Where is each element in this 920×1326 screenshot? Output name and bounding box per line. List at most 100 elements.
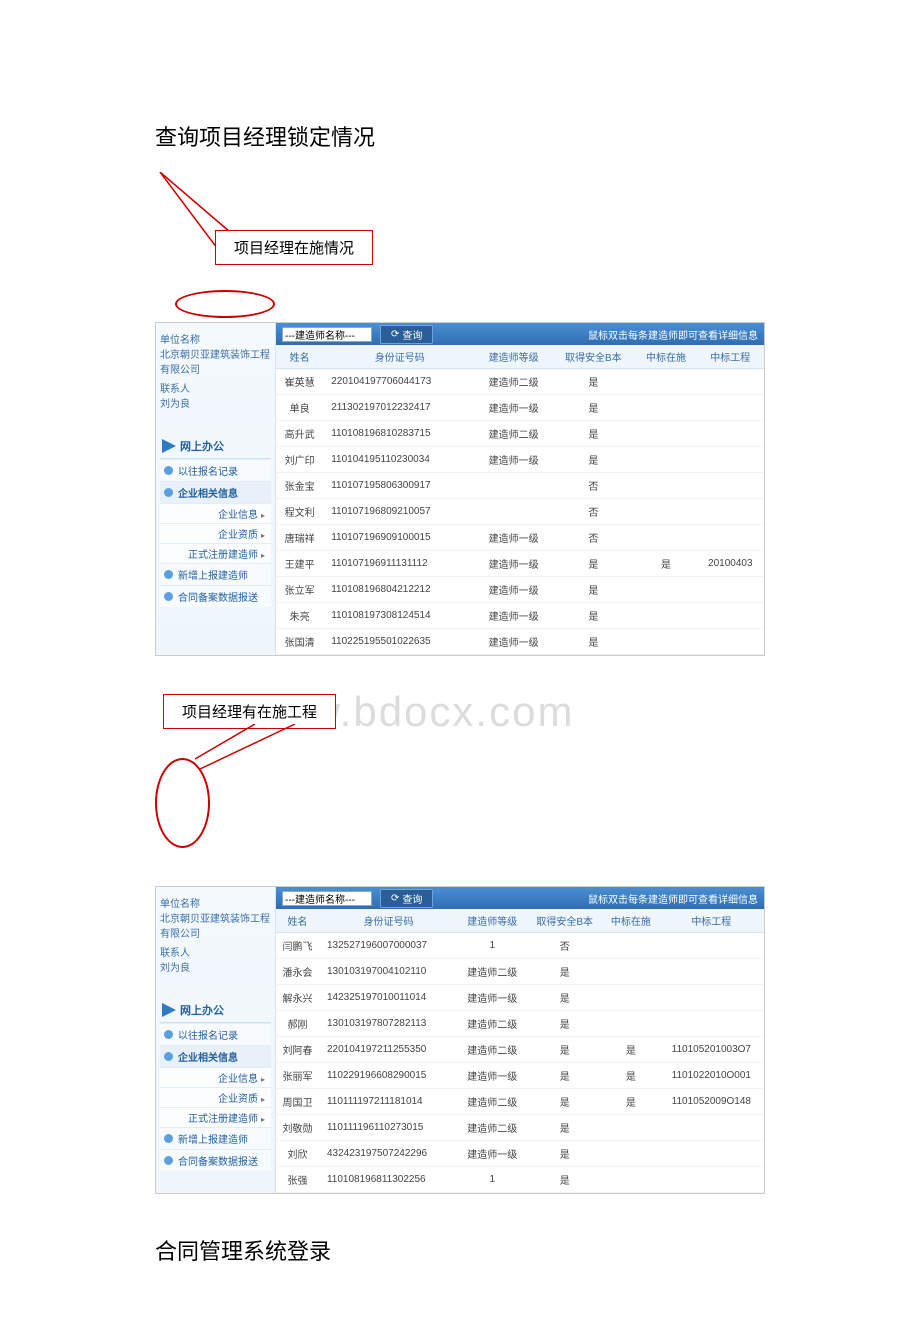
cell-safety: 是 — [551, 369, 635, 395]
table-row[interactable]: 周国卫110111197211181014建造师二级是是1101052009O1… — [276, 1089, 764, 1115]
cell-name: 刘欣 — [276, 1141, 319, 1167]
cell-safety: 是 — [551, 629, 635, 655]
topbar-hint: 鼠标双击每条建造师即可查看详细信息 — [588, 327, 758, 342]
cell-name: 高升武 — [276, 421, 323, 447]
nav-corp-info[interactable]: 企业相关信息 — [160, 1045, 271, 1067]
cell-safety: 是 — [526, 1037, 603, 1063]
col-level: 建造师等级 — [458, 909, 526, 933]
cell-project — [697, 499, 764, 525]
cell-ongoing: 是 — [603, 1089, 659, 1115]
builder-name-input[interactable] — [282, 327, 372, 342]
table-row[interactable]: 解永兴142325197010011014建造师一级是 — [276, 985, 764, 1011]
arrow-icon — [162, 439, 176, 453]
nav-history[interactable]: 以往报名记录 — [160, 1023, 271, 1045]
cell-safety: 是 — [526, 959, 603, 985]
nav-backup[interactable]: 合同备案数据报送 — [160, 1149, 271, 1171]
cell-project — [659, 1167, 764, 1193]
nav-sub-corpqual[interactable]: 企业资质▸ — [160, 523, 271, 543]
contact-label: 联系人 — [160, 380, 271, 395]
cell-ongoing — [635, 577, 696, 603]
col-ongoing: 中标在施 — [635, 345, 696, 369]
cell-name: 张强 — [276, 1167, 319, 1193]
nav-add-builder[interactable]: 新增上报建造师 — [160, 1127, 271, 1149]
table-row[interactable]: 郝刚130103197807282113建造师二级是 — [276, 1011, 764, 1037]
cell-ongoing: 是 — [603, 1063, 659, 1089]
cell-safety: 否 — [551, 499, 635, 525]
table-row[interactable]: 刘欣432423197507242296建造师一级是 — [276, 1141, 764, 1167]
bullet-icon — [164, 570, 173, 579]
nav-backup[interactable]: 合同备案数据报送 — [160, 585, 271, 607]
cell-id: 110111196110273015 — [319, 1115, 458, 1141]
col-project: 中标工程 — [659, 909, 764, 933]
table-row[interactable]: 刘广印110104195110230034建造师一级是 — [276, 447, 764, 473]
query-button[interactable]: 查询 — [380, 325, 433, 344]
nav-sub-regbuilder[interactable]: 正式注册建造师▸ — [160, 543, 271, 563]
cell-level: 建造师二级 — [476, 369, 551, 395]
col-name: 姓名 — [276, 345, 323, 369]
cell-project — [697, 421, 764, 447]
table-row[interactable]: 唐瑞祥110107196909100015建造师一级否 — [276, 525, 764, 551]
cell-project: 1101022010O001 — [659, 1063, 764, 1089]
cell-id: 110229196608290015 — [319, 1063, 458, 1089]
builder-table-1: 姓名 身份证号码 建造师等级 取得安全B本 中标在施 中标工程 崔英慧22010… — [276, 345, 764, 655]
table-row[interactable]: 程文利110107196809210057否 — [276, 499, 764, 525]
cell-ongoing — [603, 985, 659, 1011]
sidebar: 单位名称 北京朝贝亚建筑装饰工程有限公司 联系人 刘为良 网上办公 以往报名记录… — [156, 323, 276, 655]
cell-ongoing: 是 — [635, 551, 696, 577]
table-row[interactable]: 潘永会130103197004102110建造师二级是 — [276, 959, 764, 985]
nav-sub-regbuilder[interactable]: 正式注册建造师▸ — [160, 1107, 271, 1127]
cell-project: 20100403 — [697, 551, 764, 577]
unit-label: 单位名称 — [160, 895, 271, 910]
table-row[interactable]: 刘阿春220104197211255350建造师二级是是110105201003… — [276, 1037, 764, 1063]
unit-label: 单位名称 — [160, 331, 271, 346]
cell-id: 132527196007000037 — [319, 933, 458, 959]
table-row[interactable]: 张强1101081968113022561是 — [276, 1167, 764, 1193]
sidebar: 单位名称 北京朝贝亚建筑装饰工程有限公司 联系人 刘为良 网上办公 以往报名记录… — [156, 887, 276, 1193]
cell-safety: 是 — [526, 1063, 603, 1089]
nav-head[interactable]: 网上办公 — [160, 434, 271, 459]
table-row[interactable]: 高升武110108196810283715建造师二级是 — [276, 421, 764, 447]
builder-name-input[interactable] — [282, 891, 372, 906]
table-row[interactable]: 单良211302197012232417建造师一级是 — [276, 395, 764, 421]
cell-safety: 是 — [526, 1167, 603, 1193]
col-safety: 取得安全B本 — [551, 345, 635, 369]
cell-level: 建造师一级 — [458, 1063, 526, 1089]
nav-history[interactable]: 以往报名记录 — [160, 459, 271, 481]
cell-id: 110104195110230034 — [323, 447, 476, 473]
cell-ongoing — [635, 395, 696, 421]
nav-sub-corpqual[interactable]: 企业资质▸ — [160, 1087, 271, 1107]
cell-project — [697, 577, 764, 603]
cell-ongoing — [603, 933, 659, 959]
cell-name: 张国清 — [276, 629, 323, 655]
cell-ongoing — [635, 421, 696, 447]
cell-project: 110105201003O7 — [659, 1037, 764, 1063]
nav-add-builder[interactable]: 新增上报建造师 — [160, 563, 271, 585]
table-row[interactable]: 张金宝110107195806300917否 — [276, 473, 764, 499]
red-ellipse-1 — [175, 290, 275, 318]
nav-corp-info[interactable]: 企业相关信息 — [160, 481, 271, 503]
table-row[interactable]: 张丽军110229196608290015建造师一级是是1101022010O0… — [276, 1063, 764, 1089]
cell-name: 唐瑞祥 — [276, 525, 323, 551]
cell-safety: 是 — [551, 551, 635, 577]
table-row[interactable]: 刘敬勋110111196110273015建造师二级是 — [276, 1115, 764, 1141]
cell-level: 建造师一级 — [476, 629, 551, 655]
query-button[interactable]: 查询 — [380, 889, 433, 908]
nav-head[interactable]: 网上办公 — [160, 998, 271, 1023]
cell-project — [697, 369, 764, 395]
table-row[interactable]: 王建平110107196911131112建造师一级是是20100403 — [276, 551, 764, 577]
app-screenshot-1: 单位名称 北京朝贝亚建筑装饰工程有限公司 联系人 刘为良 网上办公 以往报名记录… — [155, 322, 765, 656]
col-id: 身份证号码 — [319, 909, 458, 933]
cell-level: 建造师一级 — [476, 577, 551, 603]
table-row[interactable]: 崔英慧220104197706044173建造师二级是 — [276, 369, 764, 395]
cell-id: 110108196804212212 — [323, 577, 476, 603]
cell-ongoing — [603, 959, 659, 985]
cell-safety: 否 — [526, 933, 603, 959]
nav-sub-corpinfo[interactable]: 企业信息▸ — [160, 1067, 271, 1087]
cell-name: 朱亮 — [276, 603, 323, 629]
nav-sub-corpinfo[interactable]: 企业信息▸ — [160, 503, 271, 523]
table-row[interactable]: 张国清110225195501022635建造师一级是 — [276, 629, 764, 655]
table-row[interactable]: 闫鹏飞1325271960070000371否 — [276, 933, 764, 959]
table-row[interactable]: 朱亮110108197308124514建造师一级是 — [276, 603, 764, 629]
cell-level: 建造师一级 — [458, 1141, 526, 1167]
table-row[interactable]: 张立军110108196804212212建造师一级是 — [276, 577, 764, 603]
